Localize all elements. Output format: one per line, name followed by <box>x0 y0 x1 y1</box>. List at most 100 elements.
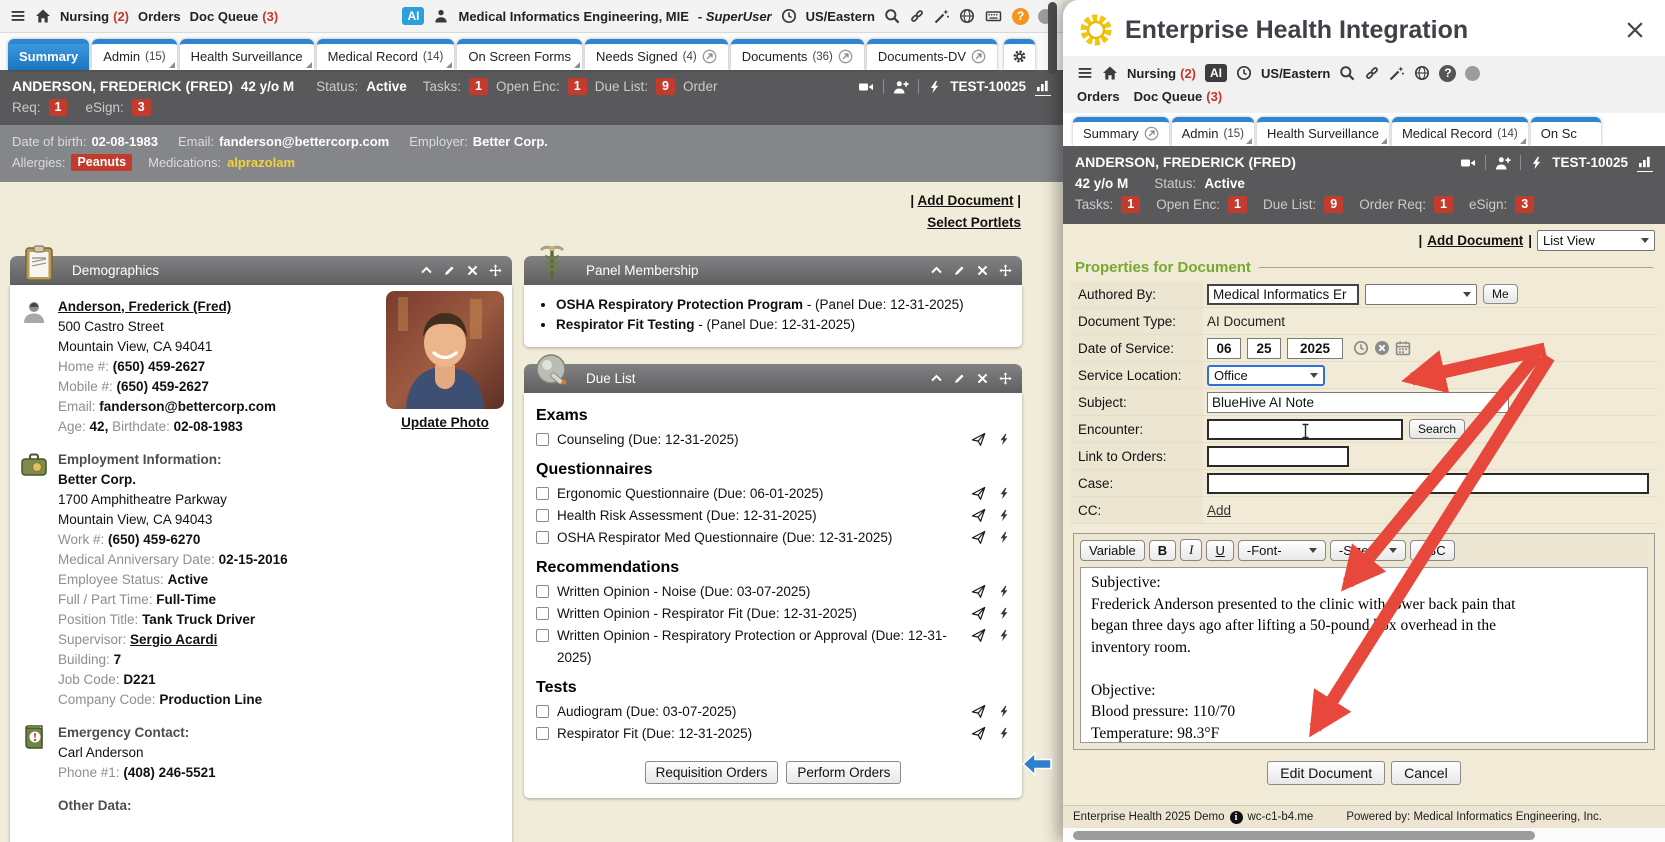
patient-name-link[interactable]: Anderson, Frederick (Fred) <box>58 299 231 314</box>
date-day-input[interactable] <box>1247 338 1281 359</box>
wand-icon[interactable] <box>934 8 950 24</box>
nav-orders[interactable]: Orders <box>138 9 181 24</box>
tab-medical-record[interactable]: Medical Record(14) <box>1392 117 1528 146</box>
due-item-checkbox[interactable] <box>536 705 549 718</box>
size-select[interactable]: -Size- <box>1330 540 1406 561</box>
close-icon[interactable] <box>976 264 989 277</box>
move-icon[interactable] <box>999 372 1012 385</box>
send-plane-icon[interactable] <box>971 726 986 741</box>
due-item-checkbox[interactable] <box>536 727 549 740</box>
send-plane-icon[interactable] <box>971 486 986 501</box>
link-icon[interactable] <box>909 8 925 24</box>
bolt-icon[interactable] <box>998 628 1010 643</box>
edit-icon[interactable] <box>953 264 966 277</box>
globe-icon[interactable] <box>1414 65 1430 81</box>
ai-badge[interactable]: AI <box>1205 64 1227 82</box>
add-document-link[interactable]: Add Document <box>917 193 1013 208</box>
current-user[interactable]: Medical Informatics Engineering, MIE <box>458 9 688 24</box>
italic-button[interactable]: I <box>1180 539 1202 561</box>
telehealth-camera-icon[interactable] <box>858 79 874 95</box>
clock-icon[interactable] <box>1236 65 1252 81</box>
tab-documents-dv[interactable]: Documents-DV <box>867 39 997 70</box>
allergy-badge[interactable]: Peanuts <box>71 154 132 171</box>
nav-doc-queue[interactable]: Doc Queue(3) <box>190 9 279 24</box>
collapse-icon[interactable] <box>930 372 943 385</box>
bolt-icon[interactable] <box>998 704 1010 719</box>
tab-admin[interactable]: Admin(15) <box>1172 117 1254 146</box>
scrollbar-thumb[interactable] <box>1048 2 1057 74</box>
menu-icon[interactable] <box>10 8 26 24</box>
case-input[interactable] <box>1207 473 1649 494</box>
tab-on-screen-forms[interactable]: On Screen Forms <box>457 39 582 70</box>
chart-stats-icon[interactable] <box>1637 154 1653 172</box>
esign-badge[interactable]: 3 <box>132 99 151 116</box>
supervisor-link[interactable]: Sergio Acardi <box>130 632 217 647</box>
medication-value[interactable]: alprazolam <box>227 152 295 173</box>
search-icon[interactable] <box>884 8 900 24</box>
timezone[interactable]: US/Eastern <box>806 9 875 24</box>
collapse-panel-arrow-icon[interactable] <box>1020 750 1054 778</box>
subject-input[interactable] <box>1207 392 1509 413</box>
portlet-header[interactable]: Due List <box>524 364 1022 393</box>
calendar-icon[interactable] <box>1395 340 1411 356</box>
ai-badge[interactable]: AI <box>402 7 424 25</box>
due-item-checkbox[interactable] <box>536 433 549 446</box>
select-portlets-link[interactable]: Select Portlets <box>927 215 1021 230</box>
tab-needs-signed[interactable]: Needs Signed(4) <box>585 39 728 70</box>
req-badge[interactable]: 1 <box>49 99 68 116</box>
cancel-button[interactable]: Cancel <box>1391 761 1461 785</box>
tasks-badge[interactable]: 1 <box>1121 196 1140 213</box>
left-vertical-scrollbar[interactable] <box>1047 0 1058 842</box>
nav-doc-queue[interactable]: Doc Queue(3) <box>1134 89 1223 104</box>
due-item-checkbox[interactable] <box>536 509 549 522</box>
tab-health-surveillance[interactable]: Health Surveillance <box>1257 117 1389 146</box>
avatar[interactable] <box>1465 66 1480 81</box>
close-icon[interactable] <box>466 264 479 277</box>
horizontal-scrollbar[interactable] <box>1063 828 1665 842</box>
keyboard-icon[interactable] <box>984 8 1003 24</box>
bolt-icon[interactable] <box>1530 155 1543 171</box>
bolt-icon[interactable] <box>998 486 1010 501</box>
tasks-badge[interactable]: 1 <box>469 78 488 95</box>
menu-icon[interactable] <box>1077 65 1093 81</box>
tab-admin[interactable]: Admin(15) <box>92 39 176 70</box>
help-icon[interactable]: ? <box>1012 8 1029 25</box>
home-icon[interactable] <box>35 8 51 24</box>
patient-name[interactable]: ANDERSON, FREDERICK (FRED) <box>1075 152 1296 173</box>
external-link-icon[interactable] <box>838 49 853 64</box>
patient-name[interactable]: ANDERSON, FREDERICK (FRED) <box>12 76 233 97</box>
info-icon[interactable]: i <box>1230 811 1243 824</box>
date-year-input[interactable] <box>1287 338 1343 359</box>
add-user-icon[interactable] <box>893 79 909 95</box>
send-plane-icon[interactable] <box>971 628 986 643</box>
move-icon[interactable] <box>999 264 1012 277</box>
scrollbar-thumb[interactable] <box>1073 831 1535 840</box>
bolt-icon[interactable] <box>998 530 1010 545</box>
external-link-icon[interactable] <box>971 49 986 64</box>
due-item-checkbox[interactable] <box>536 487 549 500</box>
nav-nursing[interactable]: Nursing(2) <box>1127 66 1196 81</box>
bolt-icon[interactable] <box>998 584 1010 599</box>
close-icon[interactable] <box>976 372 989 385</box>
view-mode-select[interactable]: List View <box>1537 230 1655 251</box>
wand-icon[interactable] <box>1389 65 1405 81</box>
time-icon[interactable] <box>1353 340 1369 356</box>
cc-add-link[interactable]: Add <box>1207 503 1231 518</box>
bolt-icon[interactable] <box>998 432 1010 447</box>
close-icon[interactable] <box>1625 20 1645 40</box>
collapse-icon[interactable] <box>420 264 433 277</box>
send-plane-icon[interactable] <box>971 508 986 523</box>
record-id[interactable]: TEST-10025 <box>950 76 1026 97</box>
nav-nursing[interactable]: Nursing(2) <box>60 9 129 24</box>
external-link-icon[interactable] <box>1144 126 1159 141</box>
service-location-select[interactable]: Office <box>1207 365 1325 386</box>
tab-summary[interactable]: Summary <box>8 39 89 70</box>
due-item-checkbox[interactable] <box>536 629 549 642</box>
spellcheck-button[interactable]: ABC <box>1410 540 1455 561</box>
help-icon[interactable]: ? <box>1439 65 1456 82</box>
bolt-icon[interactable] <box>928 79 941 95</box>
send-plane-icon[interactable] <box>971 704 986 719</box>
search-icon[interactable] <box>1339 65 1355 81</box>
send-plane-icon[interactable] <box>971 530 986 545</box>
me-button[interactable]: Me <box>1483 284 1518 304</box>
